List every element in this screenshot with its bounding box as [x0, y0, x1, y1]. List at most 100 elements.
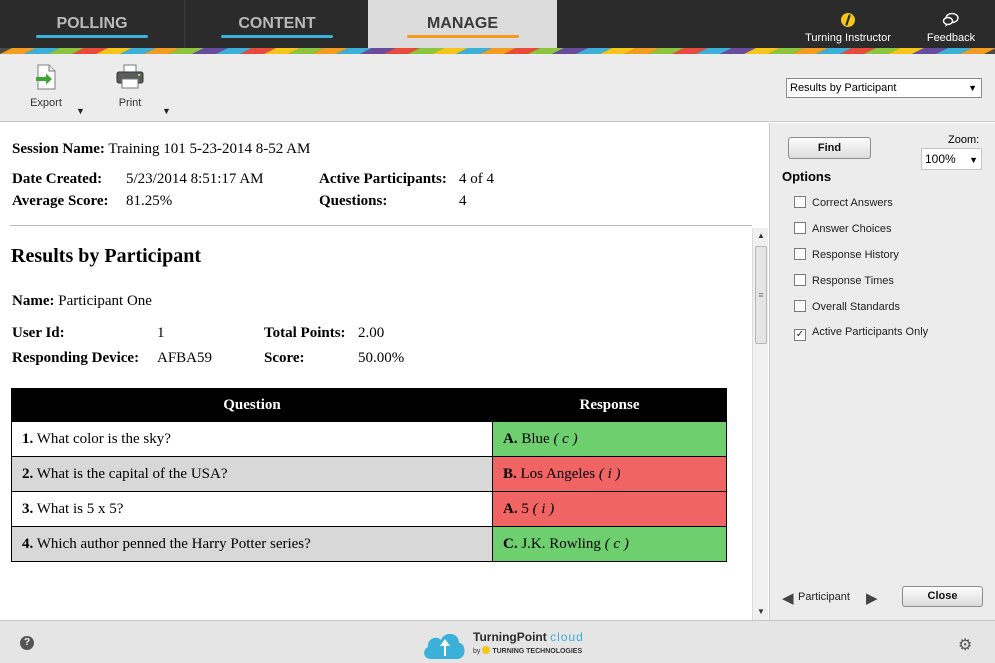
checkbox[interactable]	[794, 248, 806, 260]
date-created-label: Date Created:	[12, 171, 103, 187]
tab-content-label: CONTENT	[238, 15, 316, 32]
question-number: 4.	[22, 535, 34, 552]
question-cell: 4. Which author penned the Harry Potter …	[11, 526, 493, 562]
checkbox[interactable]	[794, 196, 806, 208]
printer-icon	[116, 64, 144, 89]
checkbox[interactable]	[794, 300, 806, 312]
option-label: Response Times	[812, 275, 894, 287]
logo-wordmark: TurningPoint cloud	[473, 630, 584, 644]
zoom-label: Zoom:	[948, 134, 980, 146]
score-label: Score:	[264, 350, 305, 366]
report-pane: Session Name: Training 101 5-23-2014 8-5…	[0, 123, 752, 620]
footer: ? TurningPoint cloud by TURNING TECHNOLO…	[0, 620, 995, 663]
active-participants-value: 4 of 4	[459, 171, 494, 187]
feedback-label: Feedback	[926, 32, 976, 44]
participant-name-row: Name: Participant One	[12, 293, 152, 310]
question-column-header: Question	[11, 388, 493, 422]
next-participant-icon[interactable]: ▶	[866, 589, 878, 607]
tab-content[interactable]: CONTENT	[186, 0, 368, 48]
table-header-row: Question Response	[11, 388, 727, 422]
participant-nav-label: Participant	[798, 591, 850, 603]
answer-mark: ( c )	[604, 535, 629, 552]
scroll-down-arrow-icon[interactable]: ▼	[753, 604, 769, 620]
answer-mark: ( c )	[553, 430, 578, 447]
session-name-value: Training 101 5-23-2014 8-52 AM	[108, 141, 311, 157]
question-cell: 1. What color is the sky?	[11, 421, 493, 457]
option-active-participants-only[interactable]: ✓ Active Participants Only	[794, 326, 928, 342]
total-points-label: Total Points:	[264, 325, 346, 341]
print-button[interactable]: Print ▼	[110, 64, 171, 116]
logo-by: by	[473, 648, 481, 655]
response-column-header: Response	[492, 388, 727, 422]
report-scrollbar[interactable]: ▲ ≡ ▼	[752, 228, 768, 620]
instructor-icon	[841, 13, 855, 27]
questions-label: Questions:	[319, 193, 388, 209]
question-text: What is 5 x 5?	[36, 500, 124, 517]
logo-company: TURNING TECHNOLOGIES	[492, 648, 583, 655]
answer-letter: C.	[503, 535, 518, 552]
checkbox-checked[interactable]: ✓	[794, 329, 806, 341]
help-icon[interactable]: ?	[20, 636, 34, 650]
table-row: 1. What color is the sky? A. Blue ( c )	[11, 421, 727, 457]
options-title: Options	[782, 169, 832, 184]
answer-text: 5	[521, 500, 529, 517]
find-button[interactable]: Find	[788, 137, 871, 159]
export-label: Export	[30, 97, 62, 109]
print-dropdown-icon[interactable]: ▼	[162, 106, 171, 116]
cloud-upload-icon	[424, 633, 465, 659]
results-title: Results by Participant	[11, 245, 201, 267]
responding-device-value: AFBA59	[157, 350, 213, 366]
option-overall-standards[interactable]: Overall Standards	[794, 300, 900, 316]
option-label: Response History	[812, 249, 899, 261]
print-label: Print	[118, 97, 142, 109]
close-button[interactable]: Close	[902, 586, 983, 607]
user-id-label: User Id:	[12, 325, 65, 341]
zoom-select-value: 100%	[925, 152, 956, 166]
option-response-history[interactable]: Response History	[794, 248, 899, 264]
answer-mark: ( i )	[532, 500, 555, 517]
question-text: What is the capital of the USA?	[36, 465, 228, 482]
logo-text: TurningPoint	[473, 630, 547, 644]
section-divider	[10, 225, 752, 226]
option-label: Active Participants Only	[812, 326, 929, 338]
question-number: 1.	[22, 430, 34, 447]
previous-participant-icon[interactable]: ◀	[782, 589, 794, 607]
export-dropdown-icon[interactable]: ▼	[76, 106, 85, 116]
chevron-down-icon: ▼	[968, 83, 977, 93]
answer-text: Los Angeles	[520, 465, 596, 482]
score-value: 50.00%	[358, 350, 405, 366]
option-correct-answers[interactable]: Correct Answers	[794, 196, 893, 212]
turningpoint-cloud-logo: TurningPoint cloud by TURNING TECHNOLOGI…	[421, 624, 591, 662]
checkbox[interactable]	[794, 274, 806, 286]
logo-byline: by TURNING TECHNOLOGIES	[473, 646, 582, 655]
questions-value: 4	[459, 193, 467, 209]
option-label: Correct Answers	[812, 197, 893, 209]
tab-polling[interactable]: POLLING	[0, 0, 185, 48]
tab-manage[interactable]: MANAGE	[368, 0, 557, 48]
active-participants-label: Active Participants:	[319, 171, 447, 187]
participant-name-value: Participant One	[58, 293, 152, 309]
question-cell: 3. What is 5 x 5?	[11, 491, 493, 527]
question-text: Which author penned the Harry Potter ser…	[36, 535, 311, 552]
report-view-select[interactable]: Results by Participant ▼	[786, 78, 982, 98]
total-points-value: 2.00	[358, 325, 385, 341]
tab-polling-label: POLLING	[56, 15, 128, 32]
settings-gear-icon[interactable]: ⚙	[958, 635, 972, 655]
scroll-up-arrow-icon[interactable]: ▲	[753, 228, 769, 244]
zoom-select[interactable]: 100% ▼	[921, 148, 982, 170]
tab-polling-underline	[36, 35, 148, 38]
tab-manage-underline	[406, 35, 519, 38]
feedback-button[interactable]: Feedback	[920, 12, 982, 44]
option-response-times[interactable]: Response Times	[794, 274, 894, 290]
option-answer-choices[interactable]: Answer Choices	[794, 222, 891, 238]
answer-letter: A.	[503, 500, 518, 517]
response-cell-correct: C. J.K. Rowling ( c )	[492, 526, 727, 562]
responding-device-label: Responding Device:	[12, 350, 140, 366]
turning-instructor-button[interactable]: Turning Instructor	[798, 12, 898, 44]
answer-text: Blue	[521, 430, 550, 447]
participant-name-label: Name:	[12, 293, 55, 309]
export-button[interactable]: Export ▼	[26, 64, 85, 116]
checkbox[interactable]	[794, 222, 806, 234]
scroll-thumb[interactable]: ≡	[755, 246, 767, 344]
response-cell-correct: A. Blue ( c )	[492, 421, 727, 457]
